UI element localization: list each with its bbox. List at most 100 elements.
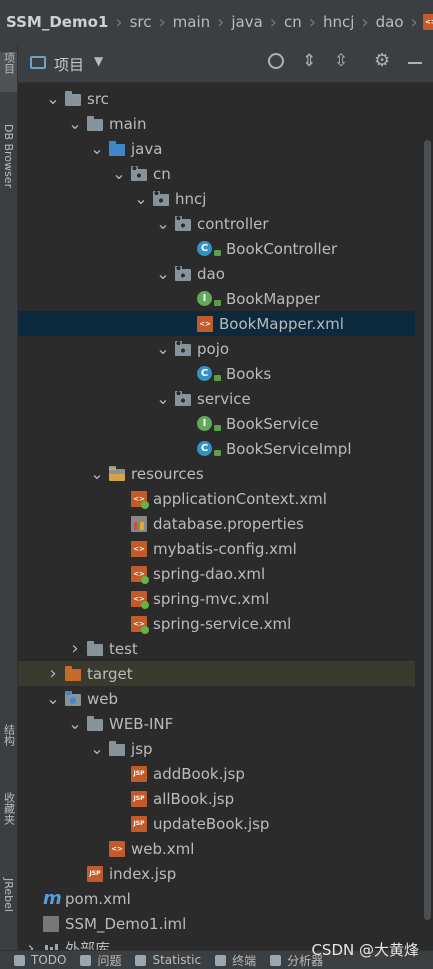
- tree-node[interactable]: ⌄ jsp: [18, 736, 415, 761]
- package-icon: [175, 341, 191, 356]
- tree-node-label: spring-dao.xml: [153, 564, 266, 583]
- tree-node[interactable]: I BookMapper: [18, 286, 415, 311]
- breadcrumb-item[interactable]: SSM_Demo1: [0, 13, 110, 31]
- chevron-down-icon[interactable]: ⌄: [89, 465, 105, 481]
- tree-node[interactable]: ⌄ service: [18, 386, 415, 411]
- jrebel-tool-tab[interactable]: JRebel: [0, 878, 17, 938]
- tree-node-label: controller: [197, 214, 269, 233]
- xml-file-icon: <>: [131, 540, 147, 557]
- tool-window-icon: [215, 954, 227, 966]
- tree-node[interactable]: ⌄ main: [18, 111, 415, 136]
- tree-node-label: hncj: [175, 189, 207, 208]
- chevron-down-icon[interactable]: ⌄: [155, 215, 171, 231]
- tree-node[interactable]: <> spring-service.xml: [18, 611, 415, 636]
- lock-icon: [214, 250, 221, 256]
- chevron-down-icon[interactable]: ⌄: [89, 140, 105, 156]
- csdn-watermark: CSDN @大黄烽: [311, 941, 419, 959]
- breadcrumb-separator-icon: ›: [115, 11, 123, 33]
- chevron-down-icon[interactable]: ⌄: [111, 165, 127, 181]
- chevron-right-icon[interactable]: ›: [45, 663, 61, 684]
- gear-icon[interactable]: ⚙: [374, 50, 390, 71]
- chevron-down-icon[interactable]: ▼: [94, 54, 103, 68]
- tree-node[interactable]: ⌄ hncj: [18, 186, 415, 211]
- tree-node[interactable]: SSM_Demo1.iml: [18, 911, 415, 936]
- tree-node[interactable]: m pom.xml: [18, 886, 415, 911]
- tree-node[interactable]: database.properties: [18, 511, 415, 536]
- tree-node[interactable]: ⌄ pojo: [18, 336, 415, 361]
- expand-all-icon[interactable]: ⇕: [302, 51, 316, 71]
- tree-node[interactable]: <> spring-dao.xml: [18, 561, 415, 586]
- tree-node[interactable]: ⌄ dao: [18, 261, 415, 286]
- tree-node[interactable]: <> mybatis-config.xml: [18, 536, 415, 561]
- tree-node[interactable]: ⌄ src: [18, 86, 415, 111]
- minimize-icon[interactable]: [408, 62, 422, 64]
- chevron-down-icon[interactable]: ⌄: [45, 90, 61, 106]
- tree-node[interactable]: JSP updateBook.jsp: [18, 811, 415, 836]
- maven-icon: m: [43, 887, 62, 909]
- panel-title[interactable]: 项目: [54, 54, 84, 75]
- project-tool-tab[interactable]: 项目: [0, 52, 17, 92]
- db-browser-tool-tab-label: DB Browser: [2, 124, 15, 189]
- breadcrumb: SSM_Demo1›src›main›java›cn›hncj›dao›<>Bo: [0, 0, 433, 45]
- scrollbar-thumb[interactable]: [424, 140, 431, 920]
- spring-xml-file-icon: <>: [131, 490, 149, 509]
- tree-node[interactable]: <> spring-mvc.xml: [18, 586, 415, 611]
- favorites-tool-tab[interactable]: 收藏夹: [0, 792, 17, 852]
- tree-node[interactable]: ⌄ resources: [18, 461, 415, 486]
- tool-window-icon: [14, 954, 25, 966]
- structure-tool-tab[interactable]: 结构: [0, 724, 17, 768]
- bottom-tool-tab[interactable]: 终端: [215, 952, 256, 969]
- tree-node[interactable]: C BookServiceImpl: [18, 436, 415, 461]
- tree-node[interactable]: JSP addBook.jsp: [18, 761, 415, 786]
- chevron-down-icon[interactable]: ⌄: [67, 715, 83, 731]
- tree-node[interactable]: › target: [18, 661, 415, 686]
- breadcrumb-item[interactable]: main: [171, 13, 212, 31]
- bottom-tool-tab[interactable]: TODO: [14, 953, 66, 967]
- breadcrumb-separator-icon: ›: [308, 11, 316, 33]
- tree-node[interactable]: JSP allBook.jsp: [18, 786, 415, 811]
- breadcrumb-item[interactable]: src: [128, 13, 154, 31]
- tree-scrollbar[interactable]: [421, 140, 433, 920]
- chevron-down-icon[interactable]: ⌄: [155, 340, 171, 356]
- target-icon[interactable]: [268, 53, 284, 69]
- chevron-down-icon[interactable]: ⌄: [45, 690, 61, 706]
- chevron-down-icon[interactable]: ⌄: [133, 190, 149, 206]
- tree-node[interactable]: <> web.xml: [18, 836, 415, 861]
- tree-node[interactable]: ⌄ java: [18, 136, 415, 161]
- bottom-tool-tab-label: 终端: [232, 953, 257, 968]
- chevron-down-icon[interactable]: ⌄: [155, 390, 171, 406]
- chevron-right-icon[interactable]: ›: [67, 638, 83, 659]
- tree-node[interactable]: ⌄ controller: [18, 211, 415, 236]
- chevron-down-icon[interactable]: ⌄: [67, 115, 83, 131]
- chevron-down-icon[interactable]: ⌄: [89, 740, 105, 756]
- xml-file-icon: <>: [197, 315, 213, 332]
- tree-node[interactable]: <> applicationContext.xml: [18, 486, 415, 511]
- bottom-tool-tab[interactable]: Statistic: [135, 953, 201, 967]
- tree-node[interactable]: C BookController: [18, 236, 415, 261]
- tree-node-label: BookController: [226, 239, 338, 258]
- tree-node-label: BookMapper: [226, 289, 320, 308]
- tree-node-label: pom.xml: [65, 889, 131, 908]
- breadcrumb-item[interactable]: hncj: [321, 13, 356, 31]
- tree-node[interactable]: <> BookMapper.xml: [18, 311, 415, 336]
- project-tree[interactable]: ⌄ src ⌄ main ⌄ java ⌄ cn ⌄ hncj ⌄ controller C BookCo…: [18, 86, 415, 959]
- tree-node[interactable]: JSP index.jsp: [18, 861, 415, 886]
- tree-node-label: allBook.jsp: [153, 789, 235, 808]
- bottom-tool-tab[interactable]: 问题: [80, 952, 121, 969]
- jsp-file-icon: JSP: [131, 790, 147, 807]
- tree-node[interactable]: ⌄ WEB-INF: [18, 711, 415, 736]
- tree-node[interactable]: ⌄ web: [18, 686, 415, 711]
- breadcrumb-item[interactable]: cn: [282, 13, 304, 31]
- breadcrumb-item[interactable]: dao: [374, 13, 406, 31]
- tree-node-label: BookService: [226, 414, 319, 433]
- tree-node[interactable]: ⌄ cn: [18, 161, 415, 186]
- tree-node[interactable]: C Books: [18, 361, 415, 386]
- breadcrumb-item[interactable]: java: [229, 13, 264, 31]
- tree-node[interactable]: › test: [18, 636, 415, 661]
- chevron-down-icon[interactable]: ⌄: [155, 265, 171, 281]
- tree-node-label: database.properties: [153, 514, 304, 533]
- collapse-all-icon[interactable]: ⇳: [334, 51, 348, 71]
- bottom-tool-tab-label: Statistic: [152, 953, 202, 967]
- db-browser-tool-tab[interactable]: DB Browser: [0, 124, 17, 214]
- tree-node[interactable]: I BookService: [18, 411, 415, 436]
